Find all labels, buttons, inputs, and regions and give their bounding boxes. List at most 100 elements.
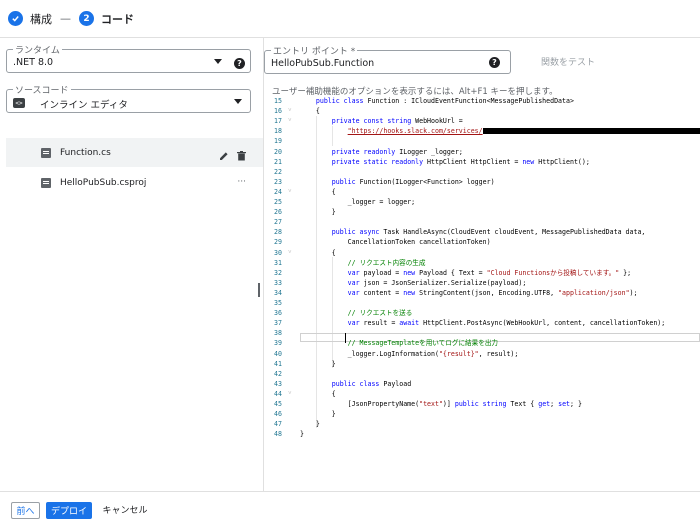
code-line: 43 public class Payload	[264, 379, 700, 389]
chevron-down-icon	[214, 59, 222, 64]
help-icon[interactable]: ?	[234, 58, 245, 69]
runtime-value: .NET 8.0	[13, 57, 54, 68]
test-function-button[interactable]: 関数をテスト	[541, 55, 595, 68]
line-number: 41	[274, 359, 282, 368]
source-label: ソースコード	[13, 83, 71, 96]
code-line: 25 _logger = logger;	[264, 197, 700, 207]
code-text: private static readonly HttpClient HttpC…	[331, 157, 590, 166]
fold-chevron-icon[interactable]: ˅	[288, 106, 296, 116]
fold-chevron-icon[interactable]: ˅	[288, 187, 296, 197]
code-line: 35	[264, 298, 700, 308]
line-number: 47	[274, 420, 282, 429]
entry-point-field[interactable]: エントリ ポイント * HelloPubSub.Function	[264, 44, 511, 74]
line-number: 46	[274, 410, 282, 419]
step-configure[interactable]: 構成	[8, 11, 52, 27]
line-number: 25	[274, 198, 282, 206]
code-text: // リクエスト内容の生成	[347, 258, 426, 267]
code-text: [JsonPropertyName("text")] public string…	[300, 400, 582, 408]
code-text: {	[300, 248, 336, 257]
resize-handle[interactable]	[258, 283, 260, 297]
code-text: {	[300, 389, 336, 398]
code-line: 48}	[264, 429, 700, 439]
prev-button[interactable]: 前へ	[11, 502, 40, 519]
runtime-select[interactable]: ランタイム .NET 8.0	[6, 43, 251, 73]
line-number: 30	[274, 248, 282, 257]
code-line: 22	[264, 167, 700, 177]
code-line: 38	[264, 328, 700, 338]
code-text: var content = new StringContent(json, En…	[347, 288, 638, 297]
help-icon[interactable]: ?	[489, 57, 500, 68]
code-text: // MessageTemplateを用いてログに結果を出力	[347, 339, 499, 348]
stepper: 構成 — 2 コード	[0, 0, 700, 38]
code-text: var result = await HttpClient.PostAsync(…	[347, 319, 666, 328]
code-line: 26 }	[264, 207, 700, 217]
line-number: 23	[274, 177, 282, 186]
delete-icon[interactable]	[237, 146, 246, 165]
step-number-badge: 2	[79, 11, 94, 26]
file-item-function-cs[interactable]: Function.cs	[6, 138, 263, 167]
fold-chevron-icon[interactable]: ˅	[288, 248, 296, 258]
chevron-down-icon	[234, 99, 242, 104]
code-line: 47 }	[264, 419, 700, 429]
file-icon	[41, 177, 51, 188]
line-number: 26	[274, 208, 282, 217]
code-line: 33 var json = JsonSerializer.Serialize(p…	[264, 278, 700, 288]
code-line: 15 public class Function : ICloudEventFu…	[264, 96, 700, 106]
code-text: var payload = new Payload { Text = "Clou…	[347, 268, 632, 277]
step-code-label: コード	[101, 12, 134, 26]
code-text: {	[300, 107, 320, 116]
line-number: 18	[274, 127, 282, 136]
code-icon: <>	[13, 98, 25, 108]
code-line: 27	[264, 217, 700, 227]
file-name: Function.cs	[60, 147, 111, 158]
code-text: }	[300, 430, 304, 439]
fold-chevron-icon[interactable]: ˅	[288, 116, 296, 126]
line-number: 48	[274, 430, 282, 439]
code-text: _logger.LogInformation("{result}", resul…	[300, 349, 519, 358]
line-number: 38	[274, 329, 282, 338]
line-number: 37	[274, 319, 282, 328]
code-text: }	[300, 420, 320, 429]
line-number: 21	[274, 157, 282, 166]
code-line: 18 "https://hooks.slack.com/services/";	[264, 126, 700, 136]
cancel-button[interactable]: キャンセル	[101, 502, 149, 517]
code-line: 36 // リクエストを送る	[264, 308, 700, 318]
file-icon	[41, 147, 51, 158]
code-text: private readonly ILogger _logger;	[331, 147, 463, 156]
code-text: public class Payload	[331, 379, 412, 388]
fold-chevron-icon[interactable]: ˅	[288, 389, 296, 399]
code-line: 19	[264, 136, 700, 146]
line-number: 29	[274, 238, 282, 247]
code-line: 34 var content = new StringContent(json,…	[264, 288, 700, 298]
line-number: 36	[274, 309, 282, 318]
code-line: 17 ˅ private const string WebHookUrl =	[264, 116, 700, 126]
code-text: private const string WebHookUrl =	[331, 117, 463, 126]
line-number: 20	[274, 147, 282, 156]
code-line: 44 ˅ {	[264, 389, 700, 399]
code-line: 39 // MessageTemplateを用いてログに結果を出力	[264, 338, 700, 348]
code-text: // リクエストを送る	[347, 309, 413, 318]
line-number: 44	[274, 389, 282, 398]
code-line: 28 public async Task HandleAsync(CloudEv…	[264, 227, 700, 237]
step-separator: —	[60, 12, 71, 25]
code-editor[interactable]: 15 public class Function : ICloudEventFu…	[264, 96, 700, 491]
line-number: 22	[274, 167, 282, 176]
entry-point-value: HelloPubSub.Function	[271, 58, 375, 69]
more-icon[interactable]: ···	[237, 177, 246, 187]
runtime-label: ランタイム	[13, 43, 62, 56]
code-line: 31 // リクエスト内容の生成	[264, 258, 700, 268]
edit-icon[interactable]	[219, 146, 229, 165]
deploy-button[interactable]: デプロイ	[46, 502, 92, 519]
code-line: 32 var payload = new Payload { Text = "C…	[264, 268, 700, 278]
line-number: 31	[274, 258, 282, 267]
code-text: }	[300, 410, 336, 419]
source-value: インライン エディタ	[40, 100, 128, 111]
line-number: 42	[274, 369, 282, 378]
source-select[interactable]: ソースコード <> インライン エディタ	[6, 83, 251, 113]
code-line: 37 var result = await HttpClient.PostAsy…	[264, 318, 700, 328]
step-code[interactable]: 2 コード	[79, 11, 134, 27]
code-line: 21 private static readonly HttpClient Ht…	[264, 157, 700, 167]
file-item-hellopubsub-csproj[interactable]: HelloPubSub.csproj ···	[6, 168, 263, 197]
code-text: "https://hooks.slack.com/services/";	[300, 126, 700, 136]
code-line: 40 _logger.LogInformation("{result}", re…	[264, 349, 700, 359]
